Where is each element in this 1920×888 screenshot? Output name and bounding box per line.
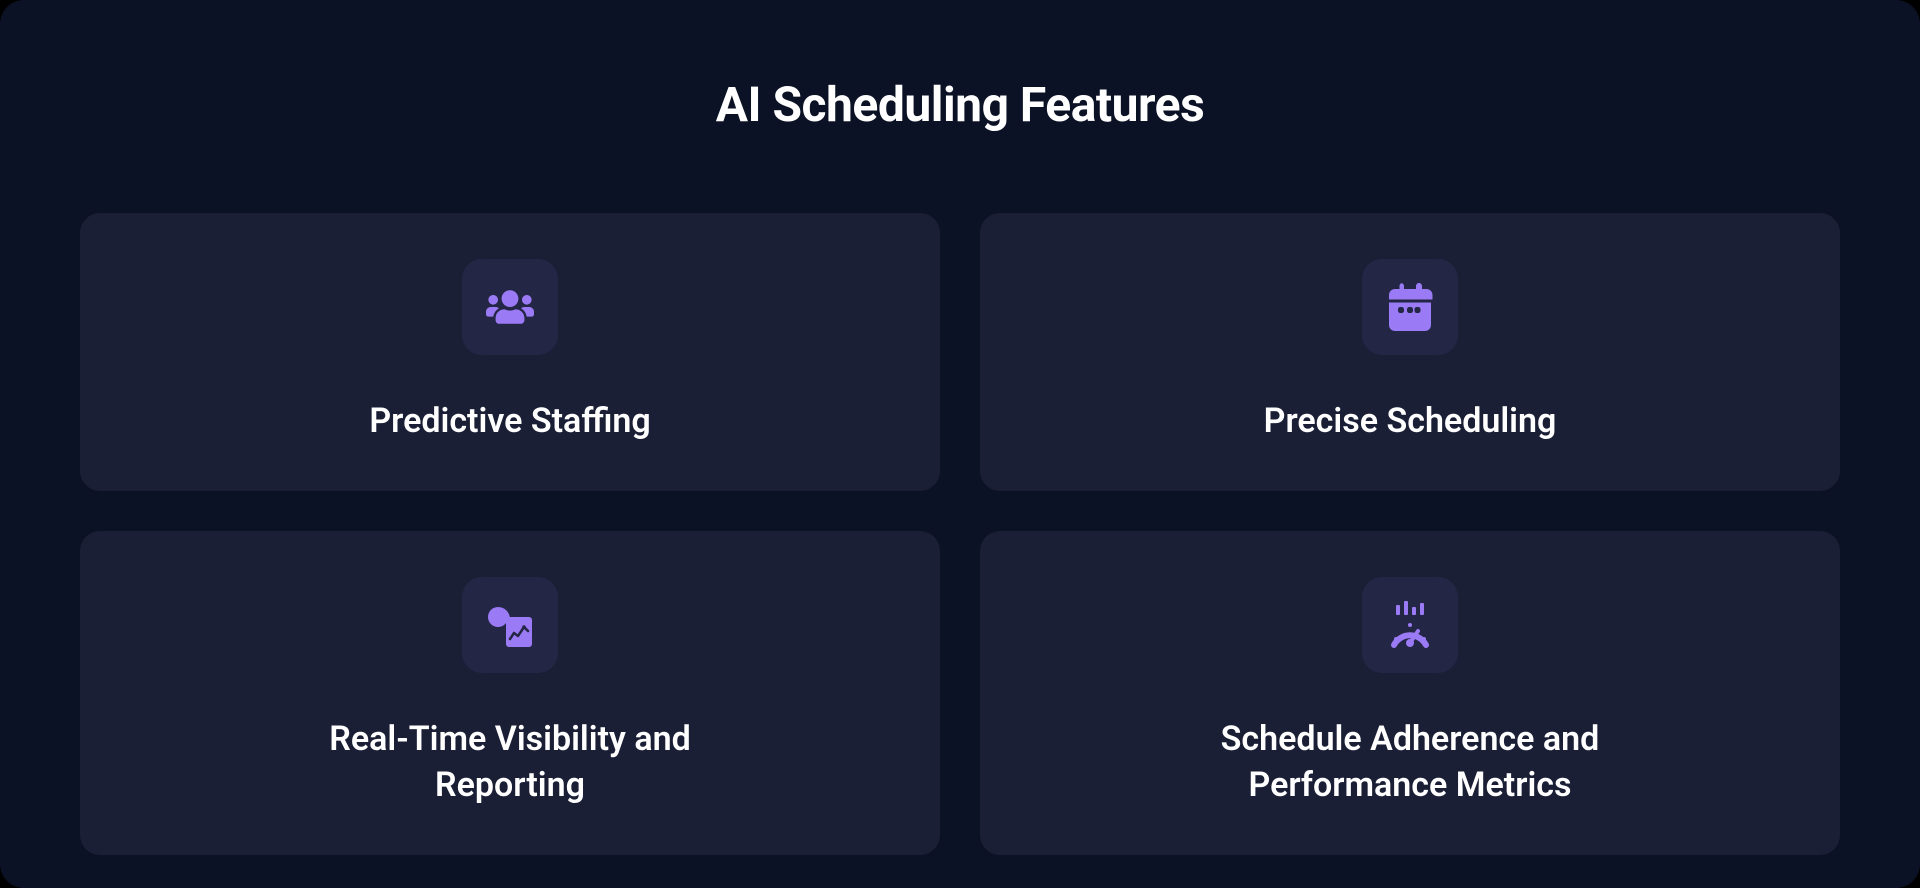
feature-title: Real-Time Visibility and Reporting (270, 717, 750, 809)
feature-title: Schedule Adherence and Performance Metri… (1170, 717, 1650, 809)
feature-title: Precise Scheduling (1264, 399, 1557, 445)
users-icon (462, 259, 558, 355)
feature-card-schedule-adherence[interactable]: Schedule Adherence and Performance Metri… (980, 531, 1840, 855)
feature-title: Predictive Staffing (369, 399, 650, 445)
calendar-icon (1362, 259, 1458, 355)
section-title: AI Scheduling Features (80, 76, 1840, 133)
gauge-metrics-icon (1362, 577, 1458, 673)
features-grid: Predictive Staffing Precise Scheduling R… (80, 213, 1840, 855)
feature-card-predictive-staffing[interactable]: Predictive Staffing (80, 213, 940, 491)
feature-card-precise-scheduling[interactable]: Precise Scheduling (980, 213, 1840, 491)
feature-card-visibility-reporting[interactable]: Real-Time Visibility and Reporting (80, 531, 940, 855)
report-chart-icon (462, 577, 558, 673)
features-panel: AI Scheduling Features Predictive Staffi… (0, 0, 1920, 888)
